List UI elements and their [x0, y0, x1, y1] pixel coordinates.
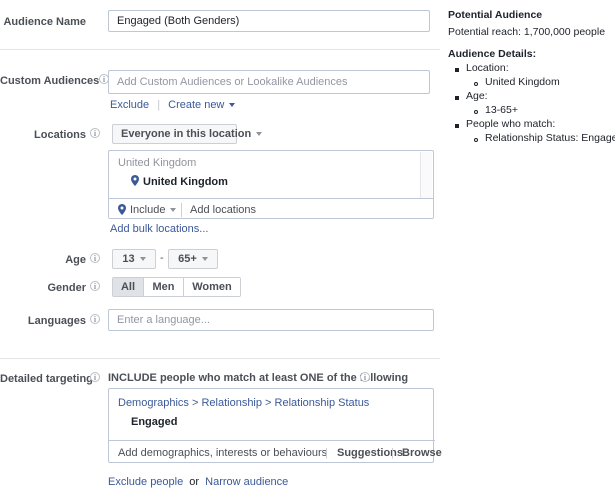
detailed-targeting-label: Detailed targeting — [0, 373, 93, 385]
targeting-pipe-2: | — [391, 447, 394, 459]
add-locations-input[interactable]: Add locations — [190, 204, 256, 216]
custom-audiences-label: Custom Audiences — [0, 75, 100, 87]
languages-placeholder: Enter a language... — [117, 314, 210, 326]
targeting-pipe-1: | — [325, 447, 328, 459]
chevron-down-icon-age-min — [139, 256, 146, 261]
languages-input[interactable]: Enter a language... — [108, 309, 434, 331]
exclude-people-link[interactable]: Exclude people — [108, 476, 183, 488]
info-icon-gender[interactable]: i — [90, 281, 100, 291]
age-min-value: 13 — [122, 253, 135, 265]
gender-option-all[interactable]: All — [113, 278, 144, 296]
include-divider — [181, 203, 182, 217]
locations-box: United Kingdom United Kingdom Include Ad… — [108, 150, 434, 219]
detail-label-location: Location: — [466, 62, 509, 74]
info-icon-languages[interactable]: i — [90, 314, 100, 324]
bullet-icon-people-who-match — [455, 124, 459, 128]
custom-audiences-placeholder: Add Custom Audiences or Lookalike Audien… — [117, 76, 348, 88]
audience-name-input[interactable]: Engaged (Both Genders) — [108, 10, 430, 32]
bullet-icon-location — [455, 68, 459, 72]
gender-segmented-control: All Men Women — [112, 277, 241, 297]
age-label: Age — [65, 254, 86, 266]
potential-reach-text: Potential reach: 1,700,000 people — [448, 26, 606, 38]
chevron-down-icon-create-new[interactable] — [229, 102, 236, 107]
chevron-down-icon-include — [170, 207, 177, 212]
audience-summary-panel: Potential Audience Potential reach: 1,70… — [448, 0, 615, 500]
targeting-footer-links: Exclude people or Narrow audience — [108, 476, 288, 488]
exclude-link[interactable]: Exclude — [110, 99, 149, 111]
map-pin-icon-selected-location — [131, 175, 139, 186]
targeting-input-row: Add demographics, interests or behaviour… — [109, 440, 442, 464]
detailed-targeting-box: Demographics > Relationship > Relationsh… — [108, 388, 442, 464]
bullet-icon-location-value — [474, 82, 478, 86]
detail-value-people-who-match: Relationship Status: Engaged — [485, 132, 615, 144]
selected-location-item[interactable]: United Kingdom — [143, 176, 228, 188]
detail-value-location: United Kingdom — [485, 76, 560, 88]
targeting-search-input[interactable]: Add demographics, interests or behaviour… — [118, 447, 327, 459]
gender-label: Gender — [47, 282, 86, 294]
add-bulk-locations-link[interactable]: Add bulk locations... — [110, 223, 208, 235]
info-icon-age[interactable]: i — [90, 253, 100, 263]
languages-label: Languages — [27, 315, 86, 327]
age-min-dropdown[interactable]: 13 — [112, 249, 156, 269]
info-icon-detailed-targeting[interactable]: i — [90, 372, 100, 382]
age-max-dropdown[interactable]: 65+ — [168, 249, 218, 269]
locations-group-header: United Kingdom — [118, 157, 197, 169]
detail-label-age: Age: — [466, 90, 488, 102]
gender-option-women[interactable]: Women — [184, 278, 240, 296]
targeting-breadcrumb[interactable]: Demographics > Relationship > Relationsh… — [118, 397, 369, 409]
create-new-link[interactable]: Create new — [168, 99, 224, 111]
or-text: or — [189, 476, 200, 488]
custom-audiences-links: Exclude | Create new — [110, 99, 236, 111]
detail-label-people-who-match: People who match: — [466, 118, 556, 130]
age-max-value: 65+ — [178, 253, 197, 265]
audience-name-label: Audience Name — [3, 16, 86, 28]
chevron-down-icon-location-scope — [256, 131, 263, 136]
info-icon-include-people[interactable]: i — [360, 372, 370, 382]
locations-label: Locations — [34, 129, 86, 141]
map-pin-icon-include — [118, 204, 126, 215]
include-dropdown[interactable]: Include — [130, 204, 177, 216]
location-scope-value: Everyone in this location — [121, 128, 252, 140]
location-scope-dropdown[interactable]: Everyone in this location — [112, 124, 263, 144]
potential-audience-title: Potential Audience — [448, 9, 543, 21]
add-bulk-locations-label: Add bulk locations... — [110, 223, 209, 235]
gender-option-men[interactable]: Men — [144, 278, 184, 296]
chevron-down-icon-age-max — [201, 256, 208, 261]
narrow-audience-link[interactable]: Narrow audience — [205, 476, 288, 488]
divider-bottom — [0, 358, 440, 359]
browse-button[interactable]: Browse — [402, 447, 442, 459]
locations-include-row: Include Add locations — [109, 198, 433, 218]
audience-details-title: Audience Details: — [448, 48, 537, 60]
custom-audiences-input[interactable]: Add Custom Audiences or Lookalike Audien… — [108, 70, 430, 94]
links-separator: | — [157, 99, 161, 111]
detail-value-age: 13-65+ — [485, 104, 518, 116]
include-label: Include — [130, 204, 166, 216]
audience-form: Audience Name Engaged (Both Genders) Cus… — [0, 0, 442, 500]
audience-editor-screen: Audience Name Engaged (Both Genders) Cus… — [0, 0, 615, 500]
locations-scrollbar[interactable] — [420, 152, 432, 200]
age-range-separator: - — [160, 252, 164, 264]
targeting-selected-value[interactable]: Engaged — [131, 416, 177, 428]
divider-top — [0, 49, 440, 50]
bullet-icon-age — [455, 96, 459, 100]
bullet-icon-people-who-match-value — [474, 138, 478, 142]
info-icon-locations[interactable]: i — [90, 128, 100, 138]
bullet-icon-age-value — [474, 110, 478, 114]
